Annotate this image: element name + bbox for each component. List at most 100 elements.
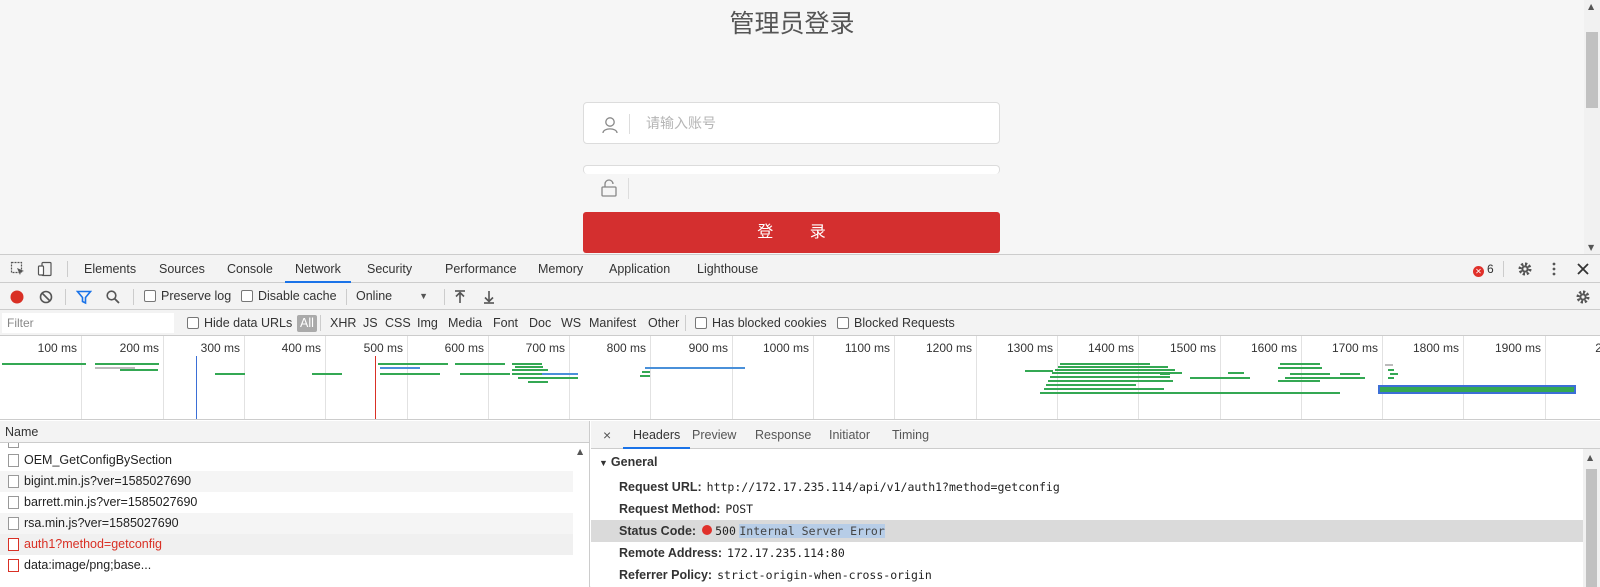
filter-type-media[interactable]: Media xyxy=(448,310,482,336)
close-devtools-icon[interactable] xyxy=(1575,261,1591,277)
list-item[interactable]: barrett.min.js?ver=1585027690 xyxy=(0,492,573,513)
tab-lighthouse[interactable]: Lighthouse xyxy=(697,255,758,283)
page-title: 管理员登录 xyxy=(729,9,855,38)
list-item[interactable]: bigint.min.js?ver=1585027690 xyxy=(0,471,573,492)
settings-gear-icon[interactable] xyxy=(1517,261,1533,277)
username-input[interactable] xyxy=(646,111,976,137)
file-icon xyxy=(8,475,19,488)
section-general-toggle[interactable]: ▼ General xyxy=(599,455,657,469)
error-count-badge[interactable]: ✕ 6 xyxy=(1473,262,1494,277)
timeline-tick-label: 900 ms xyxy=(688,341,728,355)
network-toolbar: Preserve log Disable cache Online ▼ xyxy=(0,283,1600,310)
network-overview-timeline[interactable]: 100 ms 200 ms 300 ms 400 ms 500 ms 600 ms 700 … xyxy=(0,336,1600,420)
login-button[interactable]: 登 录 xyxy=(583,212,1000,253)
tab-sources[interactable]: Sources xyxy=(159,255,205,283)
timeline-gridline xyxy=(325,336,326,419)
toolbar-divider xyxy=(133,289,134,305)
timeline-gridline xyxy=(650,336,651,419)
triangle-down-icon: ▼ xyxy=(599,458,608,468)
has-blocked-cookies-checkbox[interactable]: Has blocked cookies xyxy=(695,310,827,336)
import-har-icon[interactable] xyxy=(452,289,468,305)
toolbar-divider xyxy=(1503,261,1504,277)
clear-icon[interactable] xyxy=(38,289,54,305)
column-header-name[interactable]: Name xyxy=(0,421,589,443)
timeline-request-bar xyxy=(515,366,543,368)
filter-type-manifest[interactable]: Manifest xyxy=(589,310,636,336)
filter-bar: Hide data URLs All XHR JS CSS Img Media … xyxy=(0,310,1600,336)
header-key: Remote Address: xyxy=(619,546,723,560)
detail-scrollbar[interactable]: ▲ xyxy=(1583,449,1600,587)
scroll-up-icon[interactable]: ▲ xyxy=(577,447,583,456)
tab-timing[interactable]: Timing xyxy=(892,421,929,449)
blocked-requests-checkbox[interactable]: Blocked Requests xyxy=(837,310,955,336)
tab-security[interactable]: Security xyxy=(367,255,412,283)
network-settings-gear-icon[interactable] xyxy=(1575,289,1591,305)
tab-console[interactable]: Console xyxy=(227,255,273,283)
close-detail-icon[interactable]: × xyxy=(603,421,611,449)
timeline-gridline xyxy=(1463,336,1464,419)
preserve-log-checkbox[interactable]: Preserve log xyxy=(144,283,231,310)
request-list-scrollbar[interactable]: ▲ xyxy=(573,443,589,587)
timeline-gridline xyxy=(813,336,814,419)
record-icon[interactable] xyxy=(9,289,25,305)
filter-icon[interactable] xyxy=(76,289,92,305)
timeline-gridline xyxy=(81,336,82,419)
timeline-request-bar xyxy=(1280,363,1320,365)
scroll-up-icon[interactable]: ▲ xyxy=(1587,453,1593,462)
detail-tabbar: × Headers Preview Response Initiator Tim… xyxy=(591,421,1600,449)
checkbox-icon[interactable] xyxy=(144,290,156,302)
devtools-panel: Elements Sources Console Network Securit… xyxy=(0,254,1600,587)
tab-network[interactable]: Network xyxy=(285,255,351,283)
export-har-icon[interactable] xyxy=(481,289,497,305)
checkbox-icon[interactable] xyxy=(187,317,199,329)
scrollbar-thumb[interactable] xyxy=(1586,32,1598,108)
filter-type-ws[interactable]: WS xyxy=(561,310,581,336)
tab-response[interactable]: Response xyxy=(755,421,811,449)
filter-type-js[interactable]: JS xyxy=(363,310,378,336)
list-item[interactable]: OEM_GetConfigBySection xyxy=(0,450,573,471)
tab-preview[interactable]: Preview xyxy=(692,421,736,449)
device-toolbar-icon[interactable] xyxy=(37,261,53,277)
checkbox-icon[interactable] xyxy=(241,290,253,302)
filter-type-img[interactable]: Img xyxy=(417,310,438,336)
list-item[interactable] xyxy=(0,443,573,449)
tab-memory[interactable]: Memory xyxy=(538,255,583,283)
timeline-request-bar xyxy=(312,373,342,375)
list-item[interactable]: data:image/png;base... xyxy=(0,555,573,576)
timeline-request-bar xyxy=(95,363,159,365)
scrollbar-thumb[interactable] xyxy=(1586,469,1597,587)
scroll-down-icon[interactable]: ▼ xyxy=(1588,243,1594,252)
scroll-up-icon[interactable]: ▲ xyxy=(1588,2,1594,11)
list-item-selected[interactable]: auth1?method=getconfig xyxy=(0,534,573,555)
checkbox-icon[interactable] xyxy=(837,317,849,329)
filter-type-doc[interactable]: Doc xyxy=(529,310,551,336)
tab-elements[interactable]: Elements xyxy=(84,255,136,283)
error-count: 6 xyxy=(1487,262,1494,276)
list-item[interactable]: rsa.min.js?ver=1585027690 xyxy=(0,513,573,534)
username-field[interactable] xyxy=(583,102,1000,144)
more-options-icon[interactable] xyxy=(1546,261,1562,277)
filter-type-other[interactable]: Other xyxy=(648,310,679,336)
checkbox-icon[interactable] xyxy=(695,317,707,329)
request-name: rsa.min.js?ver=1585027690 xyxy=(24,516,179,530)
disable-cache-checkbox[interactable]: Disable cache xyxy=(241,283,337,310)
page-scrollbar[interactable]: ▲ ▼ xyxy=(1584,0,1600,254)
filter-type-font[interactable]: Font xyxy=(493,310,518,336)
timeline-request-bar xyxy=(378,363,448,365)
throttling-select[interactable]: Online ▼ xyxy=(356,283,428,310)
image-file-icon xyxy=(8,559,19,572)
tab-application[interactable]: Application xyxy=(609,255,670,283)
filter-input[interactable] xyxy=(2,313,174,333)
tab-initiator[interactable]: Initiator xyxy=(829,421,870,449)
tab-performance[interactable]: Performance xyxy=(445,255,517,283)
inspect-element-icon[interactable] xyxy=(10,261,26,277)
filter-type-css[interactable]: CSS xyxy=(385,310,411,336)
timeline-gridline xyxy=(1382,336,1383,419)
header-value: strict-origin-when-cross-origin xyxy=(717,568,932,582)
hide-data-urls-checkbox[interactable]: Hide data URLs xyxy=(187,310,292,336)
password-field[interactable] xyxy=(583,165,1000,174)
tab-headers[interactable]: Headers xyxy=(623,421,691,449)
search-icon[interactable] xyxy=(105,289,121,305)
filter-type-xhr[interactable]: XHR xyxy=(330,310,356,336)
filter-type-all[interactable]: All xyxy=(297,315,317,332)
